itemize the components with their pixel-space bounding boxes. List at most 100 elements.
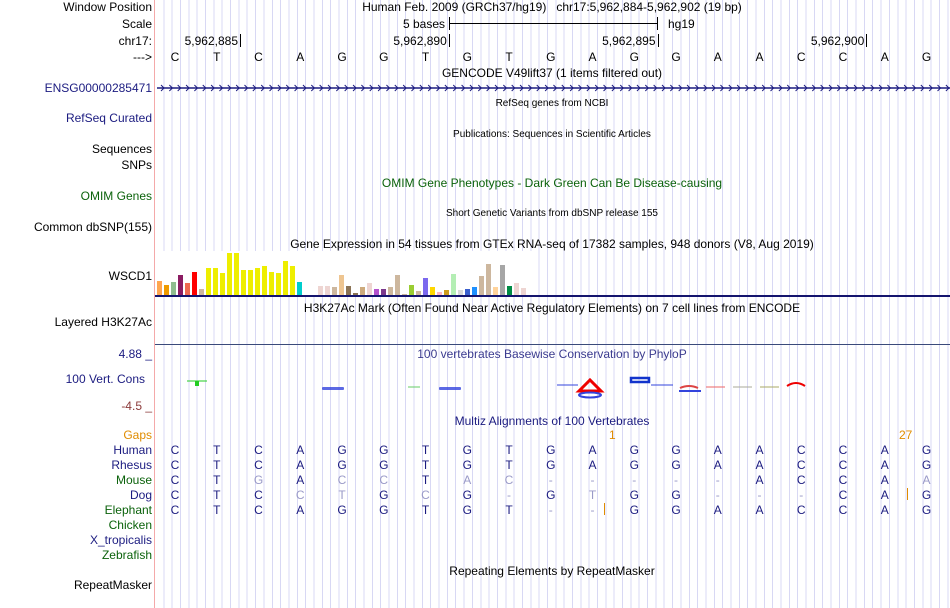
h3k27ac-label[interactable]: Layered H3K27Ac — [55, 315, 152, 329]
aligned-base: T — [213, 473, 221, 487]
ruler-tick — [866, 34, 868, 47]
gtex-tissue-bar[interactable] — [262, 266, 267, 296]
aligned-base: - — [715, 488, 720, 502]
gtex-tissue-bar[interactable] — [234, 253, 239, 296]
aligned-base: - — [715, 473, 720, 487]
species-label-human[interactable]: Human — [113, 443, 152, 457]
aligned-base: A — [922, 473, 931, 487]
phylop-min: -4.5 _ — [121, 399, 152, 413]
aligned-base: C — [254, 488, 263, 502]
reference-base: C — [170, 50, 180, 64]
omim-title: OMIM Gene Phenotypes - Dark Green Can Be… — [381, 176, 723, 190]
gtex-baseline — [155, 295, 950, 297]
species-label-mouse[interactable]: Mouse — [116, 473, 152, 487]
pubs-label-snps[interactable]: SNPs — [121, 158, 152, 172]
aligned-base: G — [629, 443, 639, 457]
aligned-base: C — [838, 443, 848, 457]
gtex-tissue-bar[interactable] — [423, 278, 428, 296]
gtex-tissue-bar[interactable] — [500, 265, 505, 296]
omim-label[interactable]: OMIM Genes — [81, 189, 152, 203]
window-position: Human Feb. 2009 (GRCh37/hg19) chr17:5,96… — [362, 0, 742, 14]
rmsk-label[interactable]: RepeatMasker — [74, 578, 152, 592]
reference-base: G — [337, 50, 347, 64]
aligned-base: T — [421, 443, 430, 457]
gtex-tissue-bar[interactable] — [269, 272, 274, 296]
aligned-base: C — [504, 473, 514, 487]
aligned-base: A — [713, 458, 722, 472]
gtex-tissue-bar[interactable] — [451, 274, 456, 296]
refseq-label[interactable]: RefSeq Curated — [66, 111, 152, 125]
ruler-tick-label: 5,962,885 — [184, 34, 238, 48]
species-label-zebrafish[interactable]: Zebrafish — [102, 548, 152, 562]
aligned-base: A — [755, 458, 764, 472]
aligned-base: T — [588, 488, 597, 502]
gencode-item-label[interactable]: ENSG00000285471 — [45, 81, 152, 95]
h3k27ac-title: H3K27Ac Mark (Often Found Near Active Re… — [303, 301, 801, 315]
aligned-base: C — [838, 503, 848, 517]
aligned-base: C — [838, 458, 848, 472]
dbsnp-title: Short Genetic Variants from dbSNP releas… — [446, 208, 658, 219]
aligned-base: A — [713, 503, 722, 517]
aligned-base: G — [462, 443, 472, 457]
gtex-tissue-bar[interactable] — [171, 282, 176, 296]
aligned-base: C — [796, 503, 806, 517]
gtex-label[interactable]: WSCD1 — [109, 269, 152, 283]
gtex-tissue-bar[interactable] — [227, 253, 232, 296]
gaps-label[interactable]: Gaps — [123, 428, 152, 442]
aligned-base: T — [505, 503, 513, 517]
insertion-marker — [907, 488, 908, 500]
aligned-base: A — [880, 488, 889, 502]
species-label-x_tropicalis[interactable]: X_tropicalis — [90, 533, 152, 547]
gtex-tissue-bar[interactable] — [297, 282, 302, 296]
aligned-base: G — [546, 458, 556, 472]
pubs-label[interactable]: Sequences — [92, 142, 152, 156]
gtex-tissue-bar[interactable] — [283, 261, 288, 296]
gtex-tissue-bar[interactable] — [192, 272, 197, 296]
aligned-base: C — [254, 443, 263, 457]
gtex-title: Gene Expression in 54 tissues from GTEx … — [290, 237, 814, 251]
species-label-dog[interactable]: Dog — [130, 488, 152, 502]
gtex-tissue-bar[interactable] — [255, 268, 260, 296]
reference-base: C — [838, 50, 848, 64]
phylop-title: 100 vertebrates Basewise Conservation by… — [417, 347, 687, 361]
aligned-base: G — [671, 488, 681, 502]
gtex-tissue-bar[interactable] — [220, 273, 225, 296]
gtex-tissue-bar[interactable] — [339, 275, 344, 296]
genome-browser-image[interactable]: Window Position Human Feb. 2009 (GRCh37/… — [0, 0, 950, 608]
gene-model-arrows[interactable] — [155, 82, 950, 94]
gtex-tissue-bar[interactable] — [248, 270, 253, 296]
gtex-tissue-bar[interactable] — [276, 273, 281, 296]
aligned-base: G — [337, 443, 347, 457]
species-label-rhesus[interactable]: Rhesus — [111, 458, 152, 472]
gtex-tissue-bar[interactable] — [241, 270, 246, 296]
gtex-tissue-bar[interactable] — [206, 268, 211, 296]
aligned-base: C — [254, 503, 263, 517]
reference-base: A — [880, 50, 889, 64]
reference-base: G — [629, 50, 639, 64]
species-label-elephant[interactable]: Elephant — [105, 503, 152, 517]
reference-base: A — [296, 50, 305, 64]
aligned-base: G — [629, 503, 639, 517]
aligned-base: T — [213, 443, 221, 457]
gtex-tissue-bar[interactable] — [178, 275, 183, 296]
aligned-base: G — [921, 488, 932, 502]
aligned-base: G — [921, 503, 932, 517]
gtex-tissue-bar[interactable] — [479, 276, 484, 296]
aligned-base: T — [505, 458, 513, 472]
gtex-bar-chart[interactable] — [157, 251, 537, 296]
gtex-tissue-bar[interactable] — [486, 264, 491, 296]
gtex-tissue-bar[interactable] — [157, 281, 162, 296]
gtex-tissue-bar[interactable] — [395, 275, 400, 296]
aligned-base: C — [796, 443, 806, 457]
dbsnp-label[interactable]: Common dbSNP(155) — [34, 220, 152, 234]
aligned-base: A — [296, 503, 305, 517]
phylop-logo[interactable] — [155, 370, 950, 400]
aligned-base: A — [296, 458, 305, 472]
ruler-tick-label: 5,962,890 — [393, 34, 447, 48]
aligned-base: C — [337, 473, 347, 487]
phylop-label[interactable]: 100 Vert. Cons — [66, 372, 145, 386]
gtex-tissue-bar[interactable] — [290, 266, 295, 296]
gtex-tissue-bar[interactable] — [213, 268, 218, 296]
species-label-chicken[interactable]: Chicken — [109, 518, 152, 532]
aligned-base: C — [838, 488, 848, 502]
